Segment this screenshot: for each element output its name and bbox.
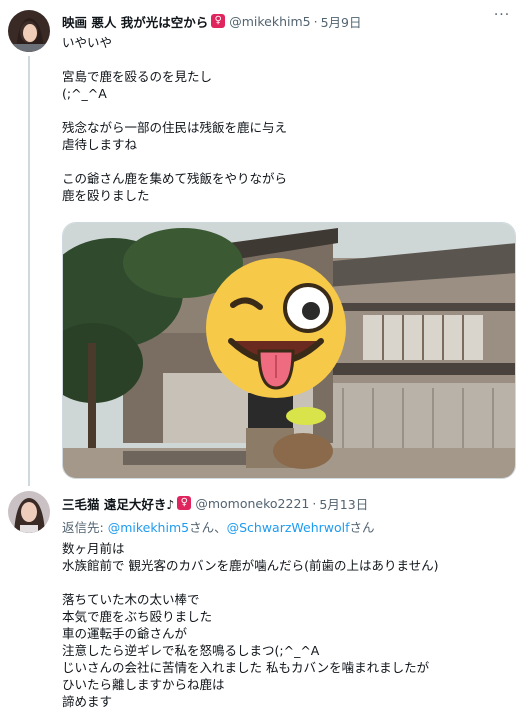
text-line: (;^_^A [62, 86, 107, 101]
tweet-date[interactable]: 5月13日 [319, 494, 368, 513]
reply-honorific: さん、 [189, 520, 227, 535]
thread-line [28, 56, 30, 486]
text-line [62, 574, 438, 591]
text-line: 諦めます [62, 694, 113, 709]
tweet-photo[interactable] [62, 222, 516, 479]
user-handle[interactable]: @mikekhim5 [229, 14, 310, 29]
female-symbol-icon: ♀ [211, 14, 226, 28]
separator-dot: · [312, 495, 317, 511]
text-line: 数ヶ月前は [62, 541, 125, 556]
text-line: 落ちていた木の太い棒で [62, 592, 200, 607]
text-line [62, 153, 287, 170]
tweet-1[interactable]: 映画 悪人 我が光は空から ♀ @mikekhim5 · 5月9日 ··· いや… [0, 0, 532, 488]
text-line: 残念ながら一部の住民は残飯を鹿に与え [62, 120, 288, 135]
text-line: 虐待しますね [62, 137, 138, 152]
avatar[interactable] [8, 10, 50, 52]
user-handle[interactable]: @momoneko2221 [195, 496, 309, 511]
tweet-header: 映画 悪人 我が光は空から ♀ @mikekhim5 · 5月9日 [62, 12, 362, 30]
reply-to: 返信先: @mikekhim5さん、@SchwarzWehrwolfさん [62, 517, 375, 536]
text-line: 水族館前で 観光客のカバンを鹿が噛んだら(前歯の上はありません) [62, 558, 439, 573]
avatar[interactable] [8, 491, 50, 533]
tweet-header: 三毛猫 遠足大好き♪ ♀ @momoneko2221 · 5月13日 [62, 494, 368, 512]
text-line [62, 102, 287, 119]
tweet-date[interactable]: 5月9日 [321, 12, 362, 31]
reply-honorific: さん [349, 520, 375, 535]
tweet-text: いやいや 宮島で鹿を殴るのを見たし (;^_^A 残念ながら一部の住民は残飯を鹿… [62, 34, 287, 204]
reply-user-link[interactable]: @mikekhim5 [108, 520, 189, 535]
text-line: 注意したら逆ギレで私を怒鳴るしまつ(;^_^A [62, 643, 320, 658]
female-symbol-icon: ♀ [177, 496, 192, 510]
separator-dot: · [313, 13, 318, 29]
text-line: じいさんの会社に苦情を入れました 私もカバンを噛まれましたが [62, 660, 430, 675]
reply-prefix: 返信先: [62, 520, 108, 535]
display-name[interactable]: 三毛猫 遠足大好き♪ [62, 494, 174, 513]
tweet-2[interactable]: 三毛猫 遠足大好き♪ ♀ @momoneko2221 · 5月13日 返信先: … [0, 488, 532, 725]
text-line: 車の運転手の爺さんが [62, 626, 188, 641]
text-line: この爺さん鹿を集めて残飯をやりながら [62, 171, 288, 186]
text-line: ひいたら離しますからね鹿は [62, 677, 225, 692]
display-name[interactable]: 映画 悪人 我が光は空から [62, 12, 208, 31]
text-line: 鹿を殴りました [62, 188, 150, 203]
text-line: 本気で鹿をぶち殴りました [62, 609, 213, 624]
text-line [62, 51, 287, 68]
text-line: 宮島で鹿を殴るのを見たし [62, 69, 213, 84]
more-options-icon[interactable]: ··· [492, 8, 512, 24]
tweet-text: 数ヶ月前は 水族館前で 観光客のカバンを鹿が噛んだら(前歯の上はありません) 落… [62, 540, 438, 710]
text-line: いやいや [62, 35, 113, 50]
reply-user-link[interactable]: @SchwarzWehrwolf [227, 520, 350, 535]
